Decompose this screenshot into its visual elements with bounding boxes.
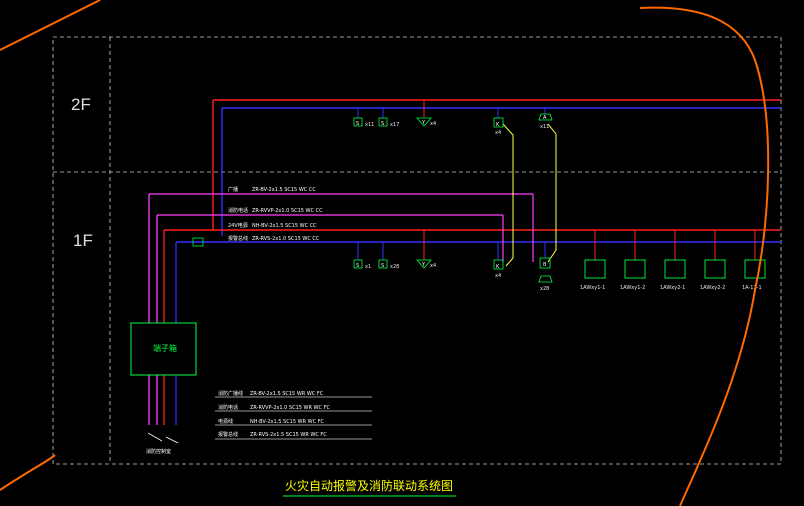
device-symbol: B	[543, 262, 547, 268]
device-count: x4	[430, 121, 436, 127]
device-count: x4	[495, 273, 501, 279]
legend-name: 消防广播线	[218, 390, 243, 397]
device-symbol: S	[381, 263, 384, 269]
fan-unit-icon	[704, 259, 726, 279]
main-line-name: 广播	[228, 186, 238, 193]
fan-unit-icon	[624, 259, 646, 279]
main-line-name: 报警总线	[228, 235, 248, 242]
legend-spec: ZR-BV-2x1.5 SC15 WR WC FC	[250, 391, 324, 397]
device-count: x11	[540, 124, 549, 130]
diagram-title: 火灾自动报警及消防联动系统图	[285, 478, 453, 493]
device-count: x11	[365, 122, 374, 128]
device-count: x1	[365, 264, 371, 270]
outgoing-bracket-left	[147, 432, 163, 442]
fan-unit-icon	[584, 259, 606, 279]
legend-spec: ZR-RVS-2x1.5 SC15 WR WC FC	[250, 432, 327, 438]
outgoing-bracket-right	[165, 436, 179, 444]
device-count: x17	[390, 122, 399, 128]
main-line-spec: ZR-RVS-2x1.0 SC15 WC CC	[252, 236, 320, 242]
markup-curve-bottom-left	[0, 454, 56, 491]
fan-units: 1AWxy1-1 1AWxy1-2 1AWxy2-1 1AWxy2-2 1A-1…	[580, 230, 766, 291]
device-symbol: A	[543, 115, 547, 121]
device-count: x28	[540, 286, 549, 292]
device-count: x28	[390, 264, 399, 270]
outgoing-label: 消防控制室	[146, 448, 171, 455]
device-symbol: S	[356, 121, 359, 127]
main-line-spec: ZR-RVVP-2x1.0 SC15 WC CC	[252, 208, 323, 214]
fan-unit-icon	[744, 259, 766, 279]
legend-spec: ZR-RVVP-2x1.0 SC15 WR WC FC	[250, 405, 330, 411]
main-line-spec: NH-BV-2x1.5 SC15 WC CC	[252, 223, 317, 229]
upper-devices: S x11 S x17 Y x4 K x4 A x11	[353, 100, 553, 136]
main-line-name: 消防电话	[228, 207, 248, 214]
main-line-spec: ZR-BV-2x1.5 SC15 WC CC	[252, 187, 316, 193]
fan-unit-icon	[664, 259, 686, 279]
legend: 消防广播线 ZR-BV-2x1.5 SC15 WR WC FC 消防电话 ZR-…	[215, 390, 372, 440]
drawing-frame	[52, 36, 782, 465]
fan-unit-label: 1AWxy2-2	[700, 285, 725, 291]
fire-alarm-system-diagram: 2F 1F 端子箱 消防控制室 广播 ZR-BV-2x1.5 SC15 WC C…	[0, 0, 782, 506]
main-line-name: 24V电源	[228, 222, 248, 229]
legend-spec: NH-BV-2x1.5 SC15 WR WC FC	[250, 419, 325, 425]
legend-name: 消防电话	[218, 404, 238, 411]
fan-unit-label: 1AWxy2-1	[660, 285, 685, 291]
riser-connector-left	[502, 123, 514, 267]
markup-curve-top-left	[0, 0, 101, 51]
fan-unit-label: 1AWxy1-2	[620, 285, 645, 291]
device-count: x4	[430, 263, 436, 269]
lower-devices: S x1 S x28 Y x4 K x4 B x28	[353, 230, 553, 292]
floor-label-1f: 1F	[73, 231, 93, 250]
legend-name: 报警总线	[218, 431, 238, 438]
legend-name: 电源线	[218, 418, 233, 425]
terminal-box-label: 端子箱	[153, 343, 177, 353]
fan-unit-label: 1AWxy1-1	[580, 285, 605, 291]
floor-label-2f: 2F	[71, 95, 91, 114]
device-count: x4	[495, 130, 501, 136]
speaker-icon	[538, 275, 553, 283]
fan-unit-label: 1A-12-1	[742, 285, 762, 291]
device-symbol: S	[381, 121, 384, 127]
device-symbol: S	[356, 263, 359, 269]
markup-circle-right	[639, 6, 770, 506]
